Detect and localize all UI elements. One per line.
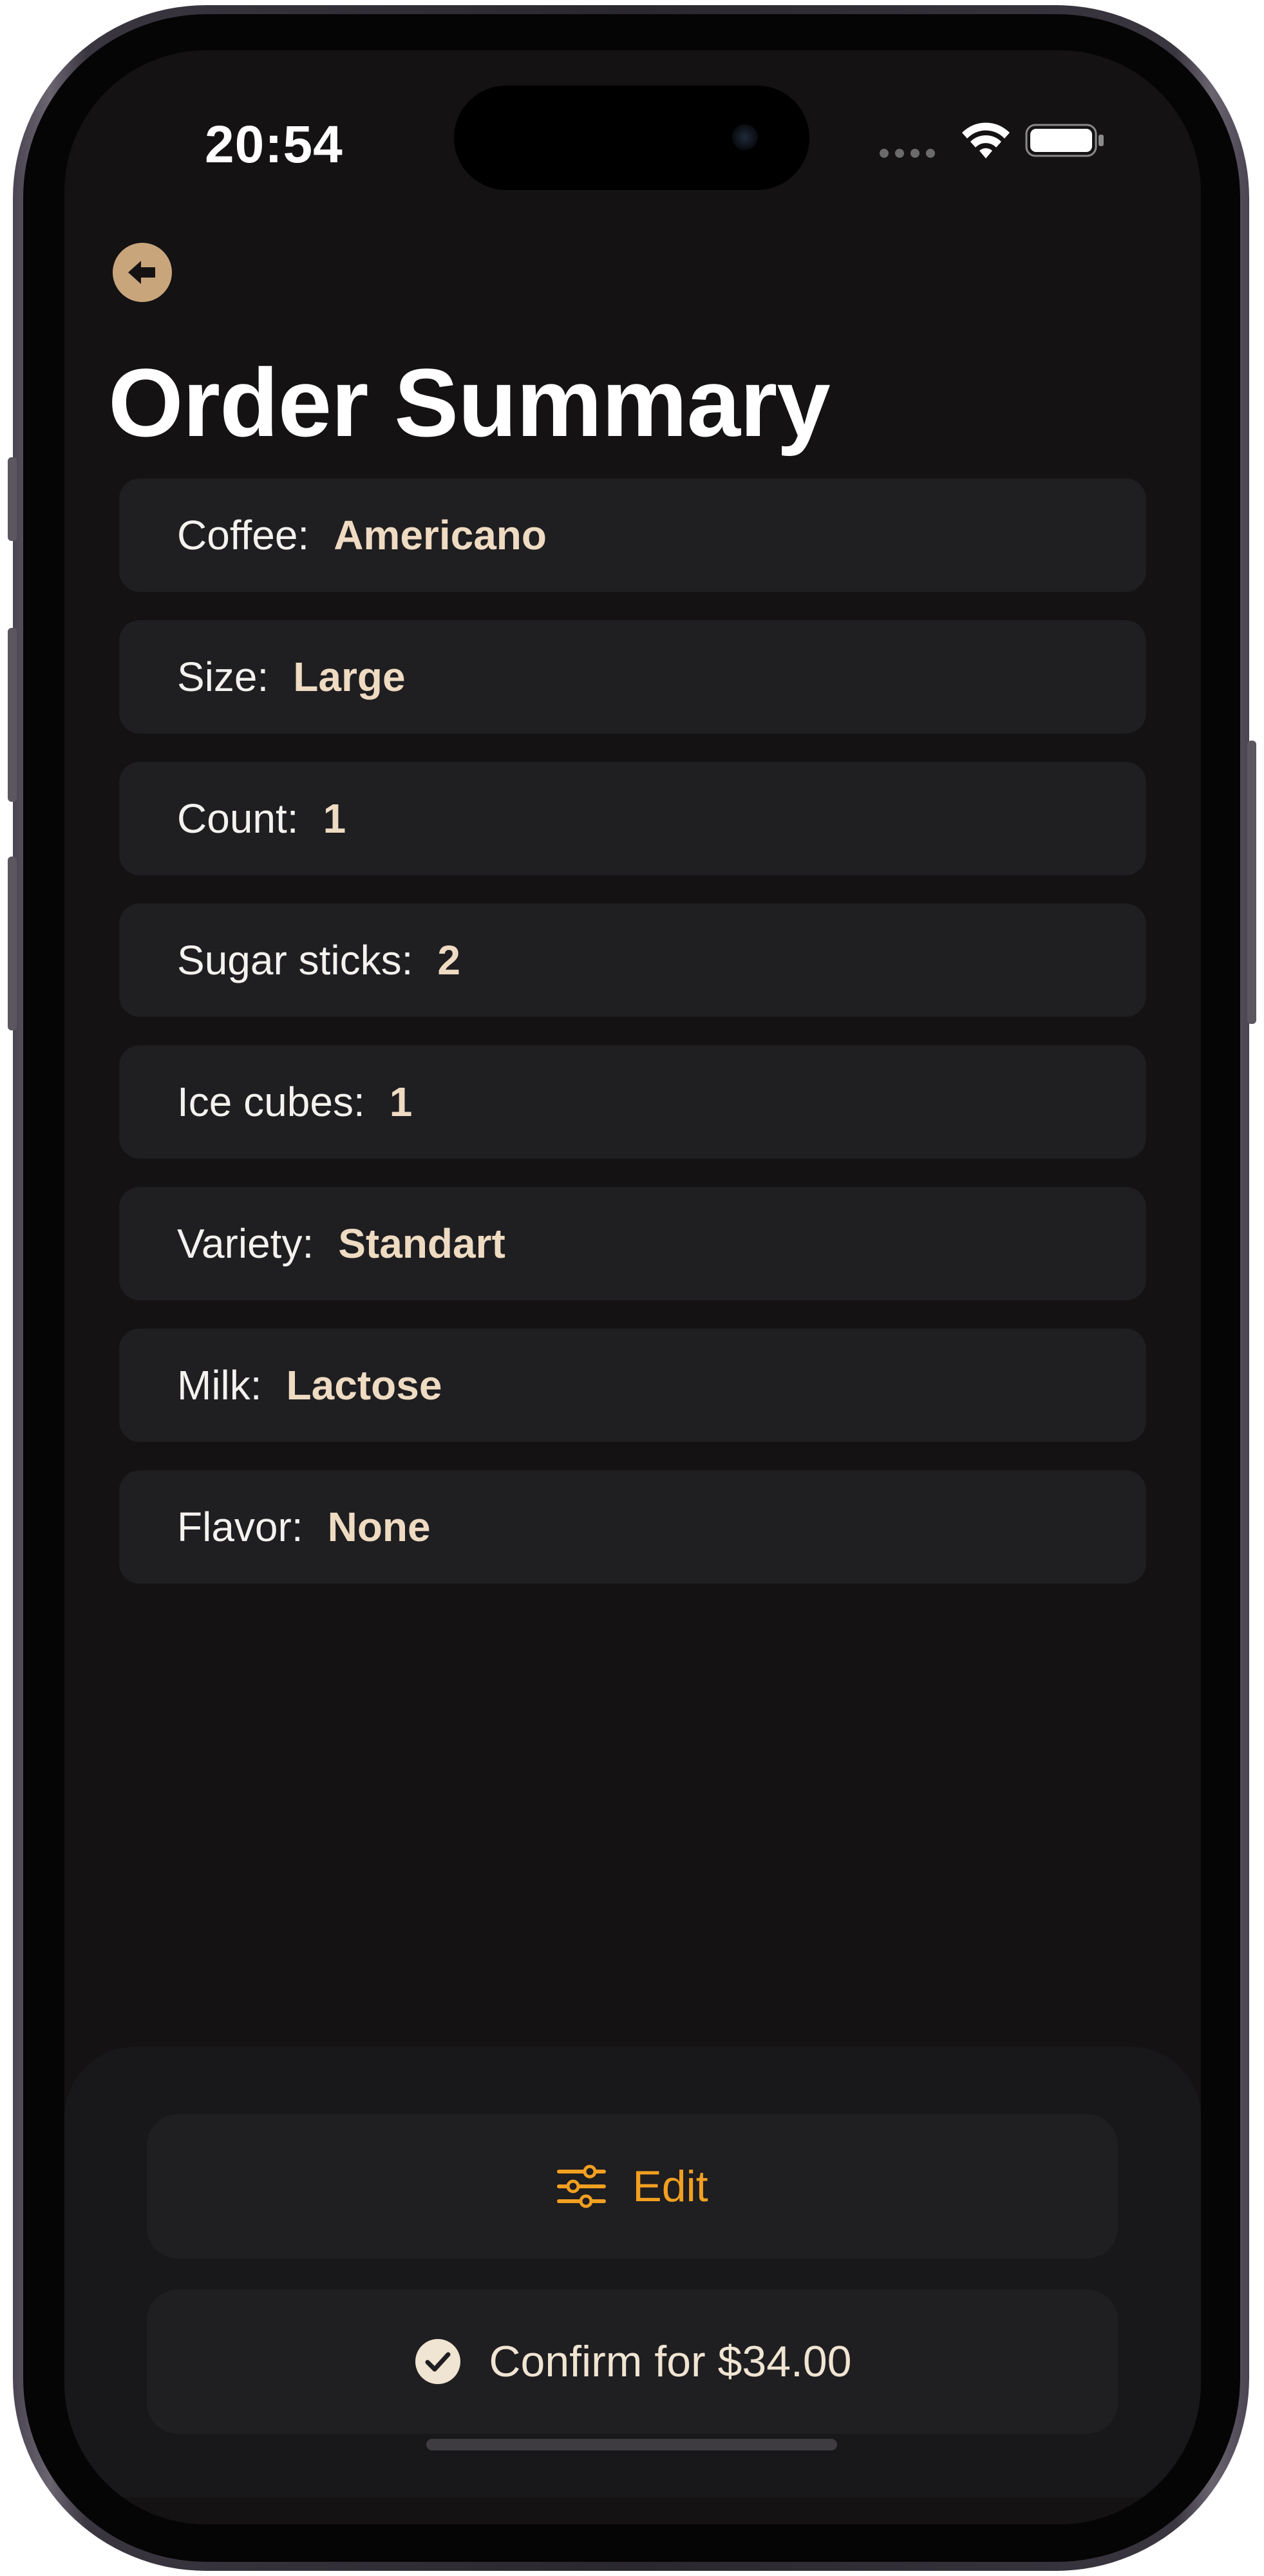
confirm-button-label: Confirm for $34.00 (489, 2337, 852, 2386)
row-label: Count: (177, 795, 299, 842)
home-indicator[interactable] (426, 2439, 837, 2450)
wifi-icon (962, 122, 1010, 158)
page-title: Order Summary (108, 348, 831, 457)
summary-row-coffee: Coffee: Americano (119, 478, 1146, 592)
summary-row-ice-cubes: Ice cubes: 1 (119, 1045, 1146, 1159)
checkmark-circle-icon (413, 2336, 463, 2387)
edit-button-label: Edit (632, 2162, 708, 2211)
row-label: Coffee: (177, 512, 310, 558)
row-value: 2 (437, 937, 460, 983)
action-button-hardware (8, 457, 17, 541)
row-value: Lactose (286, 1362, 442, 1408)
row-label: Sugar sticks: (177, 937, 413, 983)
status-time: 20:54 (205, 115, 343, 174)
front-camera (732, 124, 758, 150)
row-value: Standart (338, 1220, 505, 1267)
summary-row-flavor: Flavor: None (119, 1470, 1146, 1584)
row-value: 1 (389, 1079, 413, 1125)
order-summary-list: Coffee: Americano Size: Large Count: 1 S… (119, 478, 1146, 1612)
row-label: Variety: (177, 1220, 314, 1267)
status-icons (880, 120, 1105, 158)
cellular-signal-icon (880, 149, 935, 158)
row-label: Milk: (177, 1362, 262, 1408)
sliders-icon (556, 2161, 607, 2211)
row-label: Ice cubes: (177, 1079, 365, 1125)
summary-row-milk: Milk: Lactose (119, 1329, 1146, 1442)
summary-row-variety: Variety: Standart (119, 1187, 1146, 1300)
back-button[interactable] (113, 243, 172, 302)
battery-icon (1025, 124, 1104, 157)
power-button (1247, 741, 1256, 1024)
app-screen: 20:54 Order Summary Coffee: Americano Si… (64, 50, 1201, 2524)
confirm-button[interactable]: Confirm for $34.00 (147, 2289, 1118, 2434)
row-value: None (327, 1504, 431, 1550)
arrow-left-icon (128, 261, 155, 284)
row-label: Size: (177, 654, 269, 700)
volume-down-button (8, 857, 17, 1030)
dynamic-island (454, 86, 809, 190)
row-value: Large (293, 654, 406, 700)
summary-row-count: Count: 1 (119, 762, 1146, 875)
summary-row-size: Size: Large (119, 620, 1146, 734)
volume-up-button (8, 628, 17, 802)
row-value: 1 (323, 795, 346, 842)
summary-row-sugar-sticks: Sugar sticks: 2 (119, 904, 1146, 1017)
row-value: Americano (334, 512, 547, 558)
edit-button[interactable]: Edit (147, 2114, 1118, 2259)
row-label: Flavor: (177, 1504, 303, 1550)
